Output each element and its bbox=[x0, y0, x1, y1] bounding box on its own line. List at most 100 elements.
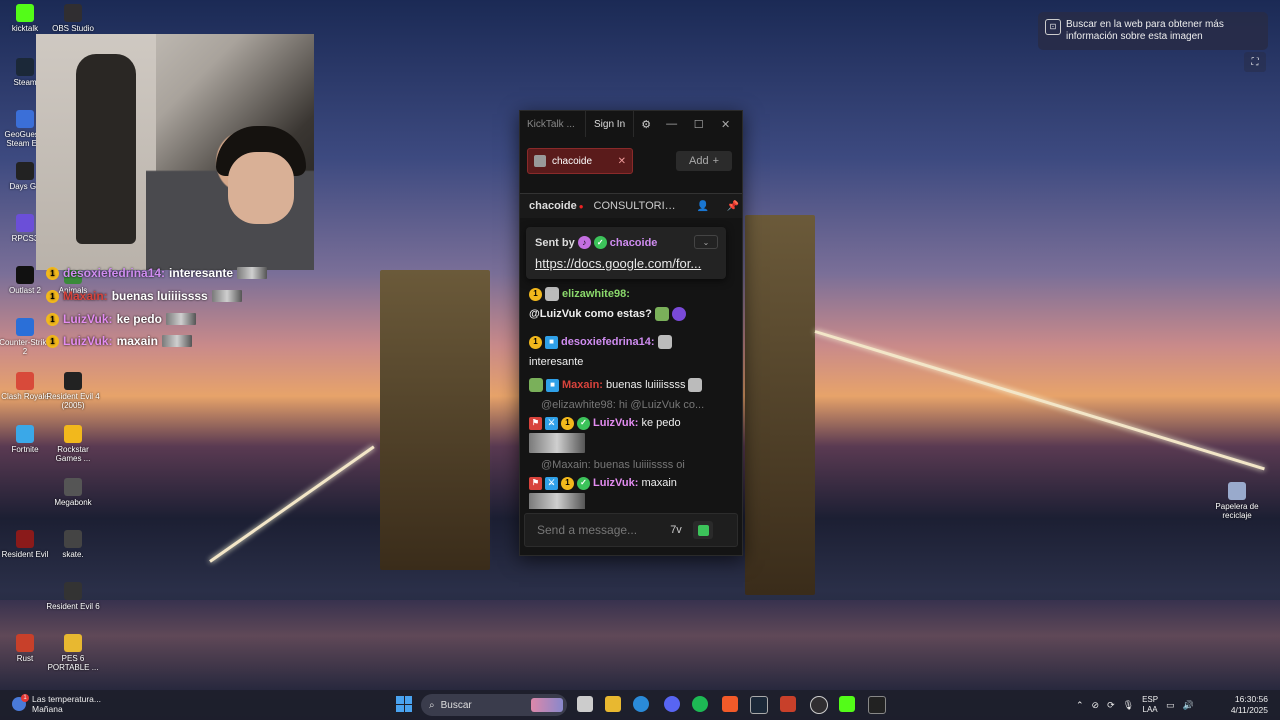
folder-icon bbox=[64, 634, 82, 652]
pinned-message[interactable]: Sent by ♪ ✓ chacoide ⌄ https://docs.goog… bbox=[526, 227, 726, 279]
fortnite-icon bbox=[16, 425, 34, 443]
subscriber-badge-icon: 1 bbox=[46, 312, 59, 326]
user-icon[interactable]: 👤 bbox=[694, 201, 712, 212]
add-label: Add bbox=[688, 155, 709, 167]
network-off-icon[interactable]: ⊘ bbox=[1092, 700, 1100, 711]
chat-username[interactable]: Maxain: bbox=[562, 378, 603, 392]
reply-preview[interactable]: @elizawhite98: hi @LuizVuk co... bbox=[529, 399, 741, 411]
kicktalk-window[interactable]: KickTalk ... Sign In ⚙ — ☐ ✕ chacoide ✕ … bbox=[519, 110, 743, 556]
founder-badge-icon: ⚑ bbox=[529, 416, 542, 430]
pin-icon[interactable]: 📌 bbox=[724, 201, 742, 212]
add-channel-button[interactable]: Add + bbox=[676, 151, 732, 171]
webcam-feed bbox=[36, 34, 314, 270]
epic-games-icon[interactable] bbox=[868, 696, 886, 714]
clock-date: 4/11/2025 bbox=[1230, 705, 1268, 715]
pinned-link[interactable]: https://docs.google.com/for... bbox=[535, 256, 723, 271]
mic-badge-icon: ♪ bbox=[577, 236, 591, 249]
edge-icon[interactable] bbox=[633, 696, 649, 712]
obs-icon[interactable] bbox=[810, 696, 828, 714]
maximize-icon[interactable]: ☐ bbox=[685, 118, 712, 131]
channel-name: chacoide bbox=[529, 200, 577, 212]
kicktalk-icon[interactable] bbox=[839, 696, 855, 712]
recycle-bin-icon bbox=[1228, 482, 1246, 500]
geoguessr-icon bbox=[16, 110, 34, 128]
translate-icon[interactable]: 7v bbox=[665, 521, 687, 539]
display-icon[interactable]: ▭ bbox=[1166, 700, 1175, 711]
emote-icon bbox=[671, 307, 686, 321]
brave-icon[interactable] bbox=[722, 696, 738, 712]
re6-icon bbox=[64, 582, 82, 600]
microphone-icon[interactable]: 🎙 bbox=[1123, 700, 1134, 711]
clock[interactable]: 16:30:56 4/11/2025 bbox=[1226, 694, 1268, 716]
weather-subtitle: Mañana bbox=[32, 704, 63, 714]
message-input[interactable] bbox=[535, 522, 659, 538]
chat-text: interesante bbox=[529, 356, 584, 368]
chevron-down-icon[interactable]: ⌄ bbox=[694, 235, 718, 249]
discord-icon[interactable] bbox=[664, 696, 680, 712]
avatar bbox=[534, 155, 546, 167]
chat-username[interactable]: LuizVuk: bbox=[593, 476, 638, 490]
weather-title: Las temperatura... bbox=[32, 694, 101, 704]
desktop-icon[interactable]: Rockstar Games ... bbox=[45, 425, 101, 463]
emote-icon bbox=[688, 378, 703, 392]
rockstar-icon bbox=[64, 425, 82, 443]
steam-icon bbox=[16, 58, 34, 76]
chat-username[interactable]: elizawhite98: bbox=[562, 287, 630, 301]
verified-badge-icon: ✓ bbox=[577, 416, 590, 430]
subscriber-badge-icon: 1 bbox=[561, 476, 574, 490]
emote-icon bbox=[657, 335, 672, 349]
minimize-icon[interactable]: — bbox=[658, 118, 685, 130]
pinned-username[interactable]: chacoide bbox=[610, 237, 658, 249]
spotify-icon[interactable] bbox=[692, 696, 708, 712]
desktop-icon[interactable]: PES 6 PORTABLE ... bbox=[45, 634, 101, 672]
emote-icon bbox=[529, 493, 585, 509]
desktop-icon[interactable]: OBS Studio bbox=[45, 4, 101, 33]
sign-in-button[interactable]: Sign In bbox=[585, 111, 635, 137]
chat-text: ke pedo bbox=[641, 417, 681, 429]
overlay-text: ke pedo bbox=[116, 312, 162, 326]
search-label: Buscar bbox=[440, 699, 472, 711]
rpcs3-icon bbox=[16, 214, 34, 232]
chat-messages[interactable]: 1 elizawhite98: @LuizVuk como estas? 1 ■… bbox=[520, 219, 742, 509]
lens-prompt[interactable]: ⊡ Buscar en la web para obtener más info… bbox=[1038, 12, 1268, 50]
weather-widget[interactable]: 1 Las temperatura... Mañana bbox=[12, 694, 101, 714]
cs2-icon bbox=[16, 318, 34, 336]
chat-username[interactable]: LuizVuk: bbox=[593, 416, 638, 430]
desktop-icon[interactable]: skate. bbox=[45, 530, 101, 559]
gear-icon[interactable]: ⚙ bbox=[634, 118, 658, 131]
taskbar-search[interactable]: ⌕ Buscar bbox=[421, 694, 567, 716]
reply-preview[interactable]: @Maxain: buenas luiiiissss oi bbox=[529, 459, 741, 471]
tab-chacoide[interactable]: chacoide ✕ bbox=[527, 148, 633, 174]
windows-start-icon[interactable] bbox=[396, 696, 412, 712]
desktop-icon[interactable]: Resident Evil 6 bbox=[45, 582, 101, 611]
image-search-icon: ⊡ bbox=[1045, 19, 1061, 35]
emote-picker-button[interactable] bbox=[693, 521, 713, 539]
pinned-sender: Sent by ♪ ✓ chacoide bbox=[535, 236, 657, 249]
title-bar[interactable]: KickTalk ... Sign In ⚙ — ☐ ✕ bbox=[520, 111, 742, 137]
subscriber-badge-icon: 1 bbox=[561, 416, 574, 430]
overlay-text: maxain bbox=[116, 334, 158, 348]
lens-capture-icon[interactable]: ⛶ bbox=[1244, 52, 1266, 72]
sent-by-label: Sent by bbox=[535, 236, 575, 249]
sync-icon[interactable]: ⟳ bbox=[1107, 700, 1115, 711]
desktop-icon-label: Megabonk bbox=[54, 498, 92, 507]
chat-message: ⚑ ⚔ 1 ✓ LuizVuk: maxain bbox=[529, 476, 735, 509]
close-icon[interactable]: ✕ bbox=[712, 118, 739, 131]
chat-message: ■ Maxain: buenas luiiiissss bbox=[529, 378, 735, 392]
desktop-icon[interactable]: Megabonk bbox=[45, 478, 101, 507]
outlast-icon bbox=[16, 266, 34, 284]
volume-icon[interactable]: 🔊 bbox=[1183, 700, 1194, 711]
chat-header: chacoide ● CONSULTORIO... 👤 📌 bbox=[520, 193, 742, 218]
file-explorer-icon[interactable] bbox=[605, 696, 621, 712]
language-indicator[interactable]: ESP LAA bbox=[1142, 695, 1158, 715]
close-tab-icon[interactable]: ✕ bbox=[618, 156, 626, 167]
task-view-icon[interactable] bbox=[577, 696, 593, 712]
game-icon[interactable] bbox=[780, 696, 796, 712]
bridge-tower-right bbox=[745, 215, 815, 595]
desktop-icon[interactable]: Resident Evil 4 (2005) bbox=[45, 372, 101, 410]
chevron-up-icon[interactable]: ⌃ bbox=[1076, 700, 1084, 711]
chat-username[interactable]: desoxiefedrina14: bbox=[561, 335, 655, 349]
steam-icon[interactable] bbox=[750, 696, 768, 714]
verified-badge-icon: ✓ bbox=[577, 476, 590, 490]
desktop-icon[interactable]: Papelera de reciclaje bbox=[1209, 482, 1265, 520]
